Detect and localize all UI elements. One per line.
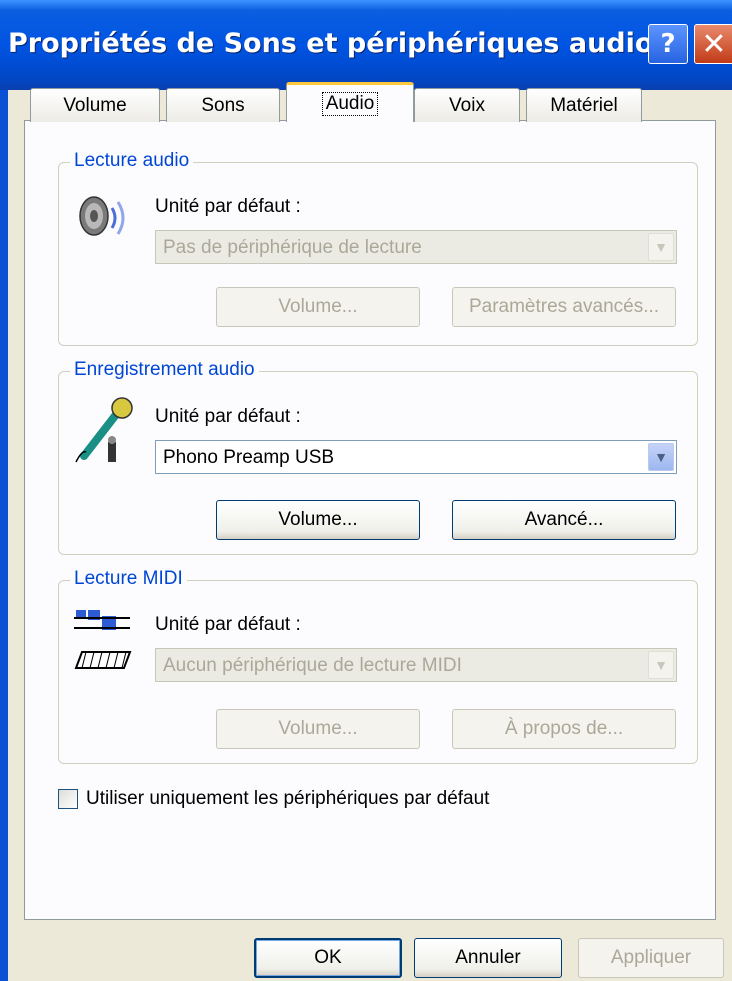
default-devices-only-checkbox[interactable] <box>58 789 78 809</box>
midi-keyboard-icon <box>74 610 132 669</box>
tab-audio[interactable]: Audio <box>286 82 414 122</box>
tab-materiel[interactable]: Matériel <box>526 88 642 122</box>
speaker-icon <box>79 196 125 236</box>
playback-device-label: Unité par défaut : <box>155 196 301 217</box>
title-bar[interactable]: Propriétés de Sons et périphériques audi… <box>0 0 732 90</box>
recording-device-value: Phono Preamp USB <box>163 447 335 468</box>
tab-sons[interactable]: Sons <box>166 88 280 122</box>
playback-group-title: Lecture audio <box>70 150 194 172</box>
playback-device-value: Pas de périphérique de lecture <box>163 237 422 258</box>
tab-volume-label: Volume <box>63 94 127 116</box>
close-icon: ✕ <box>701 26 727 62</box>
midi-volume-button[interactable]: Volume... <box>216 709 420 749</box>
close-button[interactable]: ✕ <box>694 24 732 64</box>
recording-device-label: Unité par défaut : <box>155 406 301 427</box>
window-frame-left <box>0 90 8 981</box>
recording-advanced-button[interactable]: Avancé... <box>452 500 676 540</box>
chevron-down-icon[interactable]: ▼ <box>648 651 674 679</box>
recording-device-select[interactable]: Phono Preamp USB ▼ <box>155 440 677 474</box>
playback-device-select[interactable]: Pas de périphérique de lecture ▼ <box>155 230 677 264</box>
tab-voix[interactable]: Voix <box>414 88 520 122</box>
help-button[interactable]: ? <box>648 24 688 64</box>
midi-group-title: Lecture MIDI <box>70 568 187 590</box>
playback-volume-button[interactable]: Volume... <box>216 287 420 327</box>
tab-volume[interactable]: Volume <box>30 88 160 122</box>
chevron-down-icon[interactable]: ▼ <box>648 233 674 261</box>
window-title: Propriétés de Sons et périphériques audi… <box>8 28 654 59</box>
apply-button[interactable]: Appliquer <box>578 938 724 978</box>
recording-volume-button[interactable]: Volume... <box>216 500 420 540</box>
midi-device-select[interactable]: Aucun périphérique de lecture MIDI ▼ <box>155 648 677 682</box>
tab-audio-label: Audio <box>321 91 379 116</box>
chevron-down-icon[interactable]: ▼ <box>648 443 674 471</box>
midi-device-label: Unité par défaut : <box>155 614 301 635</box>
midi-device-value: Aucun périphérique de lecture MIDI <box>163 655 462 676</box>
ok-button[interactable]: OK <box>254 938 402 978</box>
microphone-icon <box>75 397 133 463</box>
recording-group-title: Enregistrement audio <box>70 359 259 381</box>
help-icon: ? <box>660 29 676 59</box>
playback-advanced-button[interactable]: Paramètres avancés... <box>452 287 676 327</box>
tab-voix-label: Voix <box>449 94 485 116</box>
cancel-button[interactable]: Annuler <box>414 938 562 978</box>
tab-sons-label: Sons <box>201 94 245 116</box>
midi-about-button[interactable]: À propos de... <box>452 709 676 749</box>
default-devices-only-label[interactable]: Utiliser uniquement les périphériques pa… <box>86 788 489 810</box>
tab-materiel-label: Matériel <box>550 94 618 116</box>
